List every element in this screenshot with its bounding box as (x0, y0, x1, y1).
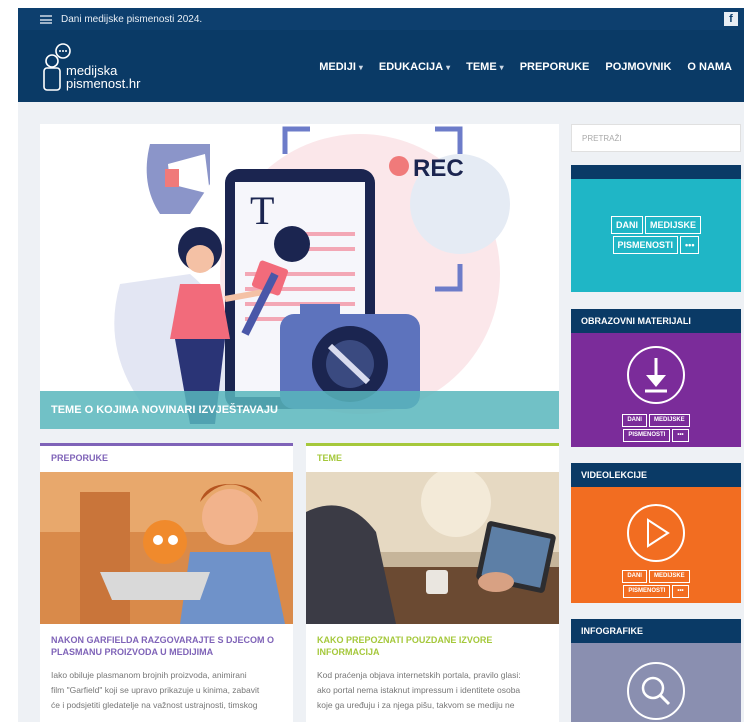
section-label[interactable]: TEME (306, 446, 559, 472)
section-label[interactable]: PREPORUKE (40, 446, 293, 472)
nav-item-edukacija[interactable]: EDUKACIJA ▾ (379, 61, 450, 73)
post-image[interactable] (40, 472, 293, 624)
rec-label: REC (413, 155, 464, 182)
post-title[interactable]: NAKON GARFIELDA RAZGOVARAJTE S DJECOM O … (40, 624, 293, 658)
card-videolekcije[interactable]: VIDEOLEKCIJE DANI MEDIJSKE PISMENOSTI ••• (571, 463, 741, 603)
top-bar-title[interactable]: Dani medijske pismenosti 2024. (61, 14, 202, 25)
hero-feature[interactable]: T REC TEME O KOJIMA NOVINARI IZVJEŠTAVAJ… (40, 124, 559, 429)
logo-line2: pismenost.hr (66, 76, 141, 91)
site-logo[interactable]: medijska pismenost.hr (40, 42, 160, 92)
dmp-badge-small: DANI MEDIJSKE PISMENOSTI ••• (619, 569, 693, 599)
post-card-preporuke[interactable]: PREPORUKE NAKON GARFIELDA RAZGOVARAJTE S… (40, 443, 293, 722)
menu-icon[interactable] (40, 14, 52, 24)
svg-text:T: T (250, 188, 274, 233)
nav-item-pojmovnik[interactable]: POJMOVNIK (605, 61, 671, 73)
hero-illustration: T REC (114, 126, 510, 424)
card-title[interactable]: INFOGRAFIKE (571, 619, 741, 643)
main-nav: MEDIJI ▾ EDUKACIJA ▾ TEME ▾ PREPORUKE POJMO… (319, 61, 732, 73)
card-obrazovni-materijali[interactable]: OBRAZOVNI MATERIJALI DANI MEDIJSKE PISMEN… (571, 309, 741, 447)
card-infografike[interactable]: INFOGRAFIKE (571, 619, 741, 722)
chevron-down-icon: ▾ (446, 63, 451, 72)
search-input[interactable]: PRETRAŽI (571, 124, 741, 152)
chevron-down-icon: ▾ (358, 63, 363, 72)
facebook-icon[interactable]: f (724, 12, 738, 26)
site-header: medijska pismenost.hr MEDIJI ▾ EDUKACIJA ▾… (18, 30, 744, 102)
dmp-badge-small: DANI MEDIJSKE PISMENOSTI ••• (619, 413, 693, 443)
top-bar: Dani medijske pismenosti 2024. f (18, 8, 744, 30)
nav-item-preporuke[interactable]: PREPORUKE (520, 61, 590, 73)
hero-caption[interactable]: TEME O KOJIMA NOVINARI IZVJEŠTAVAJU (40, 391, 559, 429)
card-title[interactable]: OBRAZOVNI MATERIJALI (571, 309, 741, 333)
post-image[interactable] (306, 472, 559, 624)
post-title[interactable]: KAKO PREPOZNATI POUZDANE IZVORE INFORMAC… (306, 624, 559, 658)
chevron-down-icon: ▾ (499, 63, 504, 72)
nav-item-o-nama[interactable]: O NAMA (687, 61, 732, 73)
post-excerpt: Kod praćenja objava internetskih portala… (317, 670, 521, 710)
nav-item-teme[interactable]: TEME ▾ (466, 61, 504, 73)
search-icon (627, 662, 685, 720)
dmp-badge: DANI MEDIJSKE PISMENOSTI ••• (597, 215, 715, 255)
nav-item-mediji[interactable]: MEDIJI ▾ (319, 61, 363, 73)
card-title[interactable]: VIDEOLEKCIJE (571, 463, 741, 487)
post-card-teme[interactable]: TEME KAKO PREPOZNATI POUZDANE IZVORE INF… (306, 443, 559, 722)
post-excerpt: Iako obiluje plasmanom brojnih proizvoda… (51, 670, 260, 710)
dani-medijske-pismenosti-banner[interactable]: DANI MEDIJSKE PISMENOSTI ••• (571, 165, 741, 292)
